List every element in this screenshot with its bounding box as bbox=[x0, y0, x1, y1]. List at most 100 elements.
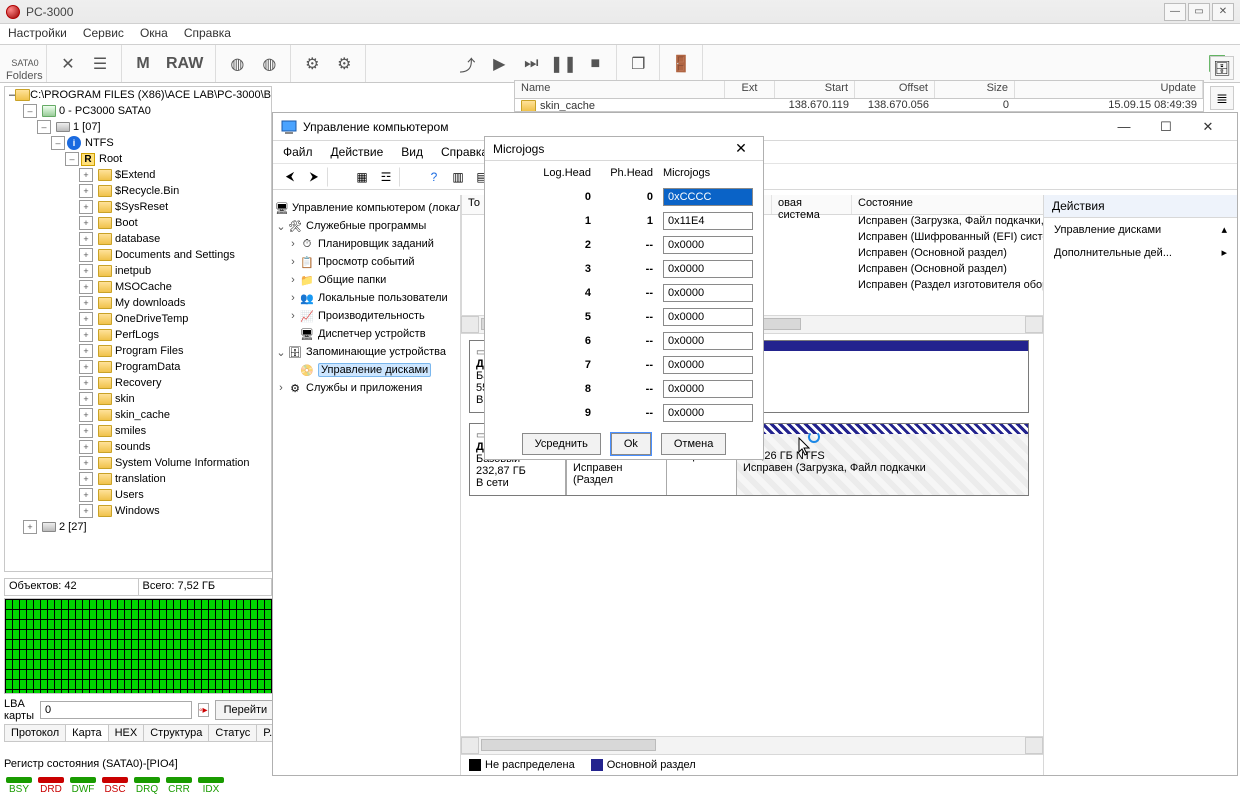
col-ext[interactable]: Ext bbox=[725, 81, 775, 98]
center-hscroll[interactable] bbox=[461, 736, 1043, 754]
nav-perf[interactable]: Производительность bbox=[318, 310, 425, 322]
tw[interactable]: – bbox=[51, 136, 65, 150]
mj-value-input[interactable] bbox=[663, 308, 753, 326]
chevron-right-icon[interactable]: › bbox=[287, 292, 299, 304]
col-update[interactable]: Update bbox=[1015, 81, 1203, 98]
tw[interactable]: – bbox=[23, 104, 37, 118]
tw[interactable]: + bbox=[79, 264, 93, 278]
nav-root[interactable]: Управление компьютером (локальный) bbox=[292, 202, 461, 214]
folder-tree-panel[interactable]: – C:\PROGRAM FILES (X86)\ACE LAB\PC-3000… bbox=[4, 86, 272, 572]
tw[interactable]: – bbox=[37, 120, 51, 134]
play-icon[interactable]: ▶ bbox=[486, 51, 512, 77]
vol-state[interactable]: Исправен (Загрузка, Файл подкачки, bbox=[852, 215, 1043, 231]
cyl-add-icon[interactable]: ◍ bbox=[224, 51, 250, 77]
tw[interactable]: + bbox=[79, 456, 93, 470]
folder-node[interactable]: $SysReset bbox=[115, 201, 168, 213]
tw[interactable]: + bbox=[79, 296, 93, 310]
chevron-down-icon[interactable]: ⌄ bbox=[275, 346, 287, 359]
mj-close-button[interactable]: ✕ bbox=[727, 140, 755, 157]
folder-node[interactable]: ProgramData bbox=[115, 361, 180, 373]
tw[interactable]: + bbox=[79, 200, 93, 214]
cascade-icon[interactable]: ❐ bbox=[625, 51, 651, 77]
tw[interactable]: + bbox=[79, 424, 93, 438]
folder-node[interactable]: translation bbox=[115, 473, 166, 485]
stack-icon[interactable]: ≣ bbox=[1210, 86, 1234, 110]
chevron-right-icon[interactable]: › bbox=[275, 382, 287, 394]
folder-node[interactable]: $Extend bbox=[115, 169, 155, 181]
menu-help[interactable]: Справка bbox=[184, 26, 231, 40]
lba-go-button[interactable]: Перейти bbox=[215, 700, 277, 720]
tw[interactable]: + bbox=[79, 392, 93, 406]
tw[interactable]: + bbox=[23, 520, 37, 534]
chevron-right-icon[interactable]: › bbox=[287, 256, 299, 268]
folder-node[interactable]: My downloads bbox=[115, 297, 185, 309]
nav-diskmgmt[interactable]: Управление дисками bbox=[318, 363, 431, 377]
tw[interactable]: + bbox=[79, 440, 93, 454]
folder-node[interactable]: skin_cache bbox=[115, 409, 170, 421]
tw[interactable]: + bbox=[79, 408, 93, 422]
step-icon[interactable]: ⏭ bbox=[518, 51, 544, 77]
mj-value-input[interactable] bbox=[663, 404, 753, 422]
vol-state[interactable]: Исправен (Основной раздел) bbox=[852, 263, 1043, 279]
folder-node[interactable]: Documents and Settings bbox=[115, 249, 235, 261]
nav-back-icon[interactable]: ⮜ bbox=[279, 167, 301, 187]
chevron-right-icon[interactable]: › bbox=[287, 238, 299, 250]
col-name[interactable]: Name bbox=[515, 81, 725, 98]
layout1-icon[interactable]: ▥ bbox=[447, 167, 469, 187]
folder-node[interactable]: System Volume Information bbox=[115, 457, 250, 469]
menu-service[interactable]: Сервис bbox=[83, 26, 124, 40]
tw[interactable]: + bbox=[79, 472, 93, 486]
list-icon[interactable]: ☰ bbox=[87, 51, 113, 77]
menu-windows[interactable]: Окна bbox=[140, 26, 168, 40]
nav-shares[interactable]: Общие папки bbox=[318, 274, 386, 286]
actions-item-diskmgmt[interactable]: Управление дисками▴ bbox=[1044, 218, 1237, 241]
tree-part-2[interactable]: 2 [27] bbox=[59, 521, 87, 533]
main-close-button[interactable]: ✕ bbox=[1212, 3, 1234, 21]
vol-state[interactable]: Исправен (Шифрованный (EFI) системный bbox=[852, 231, 1043, 247]
tw[interactable]: + bbox=[79, 184, 93, 198]
folder-node[interactable]: database bbox=[115, 233, 160, 245]
folder-node[interactable]: Recovery bbox=[115, 377, 161, 389]
folder-node[interactable]: Program Files bbox=[115, 345, 183, 357]
tw[interactable]: + bbox=[79, 168, 93, 182]
exit-icon[interactable]: 🚪 bbox=[668, 51, 694, 77]
tree-part-1[interactable]: 1 [07] bbox=[73, 121, 101, 133]
gears2-icon[interactable]: ⚙ bbox=[331, 51, 357, 77]
sector-bitmap[interactable] bbox=[4, 598, 304, 694]
folder-node[interactable]: inetpub bbox=[115, 265, 151, 277]
mgmt-menu-help[interactable]: Справка bbox=[441, 145, 488, 159]
bottom-tab-4[interactable]: Статус bbox=[208, 725, 257, 742]
tw[interactable]: + bbox=[79, 360, 93, 374]
lba-marker-icon[interactable]: ◦▸ bbox=[198, 703, 209, 717]
db-icon[interactable]: 🗄 bbox=[1210, 56, 1234, 80]
mj-value-input[interactable] bbox=[663, 260, 753, 278]
root-label[interactable]: Root bbox=[99, 153, 122, 165]
tw[interactable]: + bbox=[79, 216, 93, 230]
tw[interactable]: + bbox=[79, 312, 93, 326]
mj-titlebar[interactable]: Microjogs ✕ bbox=[485, 137, 763, 161]
mj-value-input[interactable] bbox=[663, 284, 753, 302]
export-icon[interactable]: ⤴ bbox=[454, 51, 480, 77]
bottom-tab-0[interactable]: Протокол bbox=[4, 725, 66, 742]
mj-value-input[interactable] bbox=[663, 380, 753, 398]
stop-icon[interactable]: ■ bbox=[582, 51, 608, 77]
menu-settings[interactable]: Настройки bbox=[8, 26, 67, 40]
cyl-list-icon[interactable]: ◍ bbox=[256, 51, 282, 77]
bottom-tab-3[interactable]: Структура bbox=[143, 725, 209, 742]
pause-icon[interactable]: ❚❚ bbox=[550, 51, 576, 77]
tw[interactable]: – bbox=[65, 152, 79, 166]
raw-button[interactable]: RAW bbox=[162, 51, 207, 77]
nav-forward-icon[interactable]: ⮞ bbox=[303, 167, 325, 187]
tw[interactable]: + bbox=[79, 248, 93, 262]
mgmt-menu-action[interactable]: Действие bbox=[331, 145, 384, 159]
view-panel-icon[interactable]: ▦ bbox=[351, 167, 373, 187]
view-list-icon[interactable]: ☲ bbox=[375, 167, 397, 187]
nav-scheduler[interactable]: Планировщик заданий bbox=[318, 238, 434, 250]
tw[interactable]: + bbox=[79, 328, 93, 342]
nav-devmgr[interactable]: Диспетчер устройств bbox=[318, 328, 426, 340]
tree-root[interactable]: 0 - PC3000 SATA0 bbox=[59, 105, 151, 117]
folder-node[interactable]: skin bbox=[115, 393, 135, 405]
col-start[interactable]: Start bbox=[775, 81, 855, 98]
nav-utilities[interactable]: Служебные программы bbox=[306, 220, 426, 232]
chevron-right-icon[interactable]: › bbox=[287, 310, 299, 322]
